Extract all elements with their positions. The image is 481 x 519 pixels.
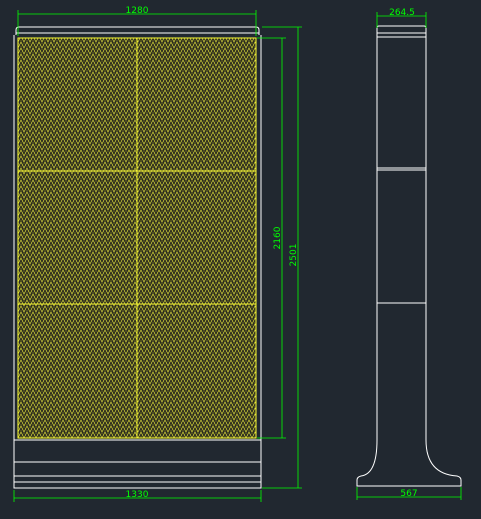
side-profile (356, 25, 462, 487)
cad-drawing: 1280 1330 2160 2501 264.5 567 (13, 6, 462, 502)
dim-top-depth-label: 264.5 (389, 8, 415, 18)
side-dimensions (356, 12, 462, 500)
side-dimension-labels: 264.5 567 (389, 8, 417, 499)
front-top-cap (15, 26, 260, 35)
dim-total-height-label: 2501 (289, 244, 299, 267)
dim-base-depth-label: 567 (400, 489, 417, 499)
dim-panel-height-label: 2160 (273, 226, 283, 249)
side-view: 264.5 567 (356, 8, 462, 500)
dim-bottom-width-label: 1330 (126, 490, 149, 500)
dim-top-width-label: 1280 (126, 6, 149, 16)
side-base-foot (356, 439, 462, 487)
side-top-cap (376, 25, 427, 37)
front-base (13, 439, 262, 489)
mesh-panel (17, 37, 257, 439)
front-view: 1280 1330 2160 2501 (13, 6, 302, 502)
cad-drawing-canvas: 1280 1330 2160 2501 264.5 567 (0, 0, 481, 514)
